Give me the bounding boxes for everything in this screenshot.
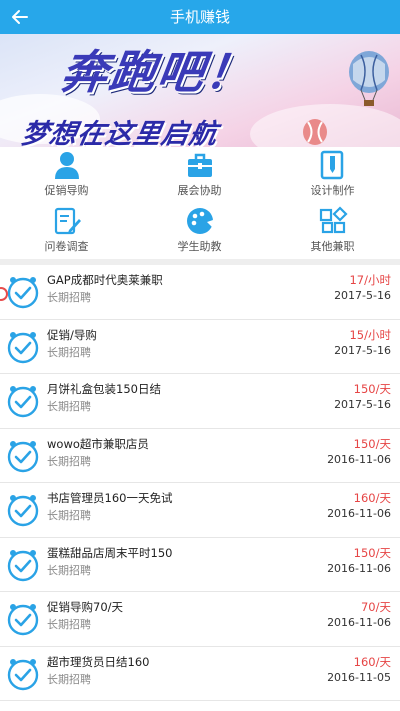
- form-edit-icon: [54, 207, 81, 235]
- job-title: 超市理货员日结160: [47, 654, 150, 669]
- app-header: 手机赚钱: [0, 0, 400, 34]
- category-exhibition[interactable]: 展会协助: [133, 147, 266, 203]
- banner-subline: 梦想在这里启航: [18, 119, 221, 147]
- job-pay: 150/天: [353, 545, 391, 560]
- category-grid: 促销导购 展会协助 设计制作 问卷调查 学生助教 其他兼职: [0, 147, 400, 259]
- job-pay: 160/天: [353, 654, 391, 669]
- check-circle-icon: [7, 604, 39, 636]
- banner-headline: 奔跑吧！: [57, 45, 258, 99]
- job-title: GAP成都时代奥莱兼职: [47, 273, 163, 287]
- page-title: 手机赚钱: [169, 8, 230, 26]
- job-date: 2017-5-16: [334, 343, 391, 357]
- check-circle-icon: [7, 277, 39, 309]
- job-type: 长期招聘: [47, 454, 91, 468]
- job-row[interactable]: 促销/导购 长期招聘 15/小时 2017-5-16: [0, 319, 400, 374]
- job-type: 长期招聘: [47, 563, 91, 577]
- palette-icon: [187, 208, 213, 234]
- check-circle-icon: [7, 549, 39, 581]
- job-pay: 150/天: [353, 436, 391, 451]
- hot-air-balloon-small-icon: [303, 119, 327, 145]
- job-date: 2016-11-06: [327, 452, 391, 466]
- job-row[interactable]: 蛋糕甜品店周末平时150 长期招聘 150/天 2016-11-06: [0, 537, 400, 592]
- job-pay: 15/小时: [349, 327, 391, 342]
- category-label: 设计制作: [310, 184, 355, 197]
- category-label: 学生助教: [177, 240, 222, 253]
- job-pay: 17/小时: [349, 273, 391, 287]
- category-tutor[interactable]: 学生助教: [133, 203, 266, 259]
- job-row[interactable]: 超市理货员日结160 长期招聘 160/天 2016-11-05: [0, 646, 400, 701]
- category-other[interactable]: 其他兼职: [266, 203, 399, 259]
- job-title: 蛋糕甜品店周末平时150: [47, 545, 173, 560]
- check-circle-icon: [7, 440, 39, 472]
- job-list: GAP成都时代奥莱兼职 长期招聘 17/小时 2017-5-16 促销/导购 长…: [0, 265, 400, 701]
- job-row[interactable]: 书店管理员160一天免试 长期招聘 160/天 2016-11-06: [0, 483, 400, 538]
- job-date: 2017-5-16: [334, 289, 391, 302]
- promo-banner[interactable]: 奔跑吧！ 梦想在这里启航: [0, 34, 400, 147]
- job-title: 书店管理员160一天免试: [47, 491, 173, 505]
- job-title: 月饼礼盒包装150日结: [47, 382, 161, 396]
- job-title: 促销/导购: [47, 327, 97, 342]
- job-date: 2016-11-06: [327, 507, 391, 520]
- category-promotion[interactable]: 促销导购: [0, 147, 133, 203]
- job-title: 促销导购70/天: [47, 600, 124, 614]
- category-label: 问卷调查: [44, 240, 89, 253]
- job-date: 2016-11-06: [327, 616, 391, 629]
- category-label: 其他兼职: [310, 240, 355, 253]
- check-circle-icon: [7, 331, 39, 363]
- job-row[interactable]: wowo超市兼职店员 长期招聘 150/天 2016-11-06: [0, 428, 400, 483]
- category-label: 促销导购: [44, 184, 89, 197]
- briefcase-icon: [188, 153, 212, 177]
- job-type: 长期招聘: [47, 509, 91, 522]
- job-type: 长期招聘: [47, 345, 91, 359]
- job-row[interactable]: 月饼礼盒包装150日结 长期招聘 150/天 2017-5-16: [0, 374, 400, 429]
- person-icon: [55, 152, 79, 179]
- category-label: 展会协助: [177, 184, 222, 197]
- job-date: 2016-11-06: [327, 561, 391, 575]
- job-type: 长期招聘: [47, 400, 91, 413]
- job-row[interactable]: GAP成都时代奥莱兼职 长期招聘 17/小时 2017-5-16: [0, 265, 400, 320]
- check-circle-icon: [7, 658, 39, 690]
- job-type: 长期招聘: [47, 618, 91, 631]
- job-pay: 160/天: [353, 491, 391, 505]
- job-pay: 70/天: [360, 600, 391, 614]
- job-title: wowo超市兼职店员: [47, 436, 149, 451]
- job-date: 2017-5-16: [334, 398, 391, 411]
- hot-air-balloon-icon: [349, 51, 389, 106]
- category-design[interactable]: 设计制作: [266, 147, 399, 203]
- grid-icon: [319, 206, 348, 234]
- job-type: 长期招聘: [47, 291, 91, 304]
- design-doc-icon: [320, 150, 344, 180]
- job-row[interactable]: 促销导购70/天 长期招聘 70/天 2016-11-06: [0, 592, 400, 647]
- check-circle-icon: [7, 386, 39, 418]
- job-type: 长期招聘: [47, 672, 91, 686]
- job-date: 2016-11-05: [327, 670, 391, 684]
- category-survey[interactable]: 问卷调查: [0, 203, 133, 259]
- check-circle-icon: [7, 495, 39, 527]
- job-pay: 150/天: [353, 382, 391, 396]
